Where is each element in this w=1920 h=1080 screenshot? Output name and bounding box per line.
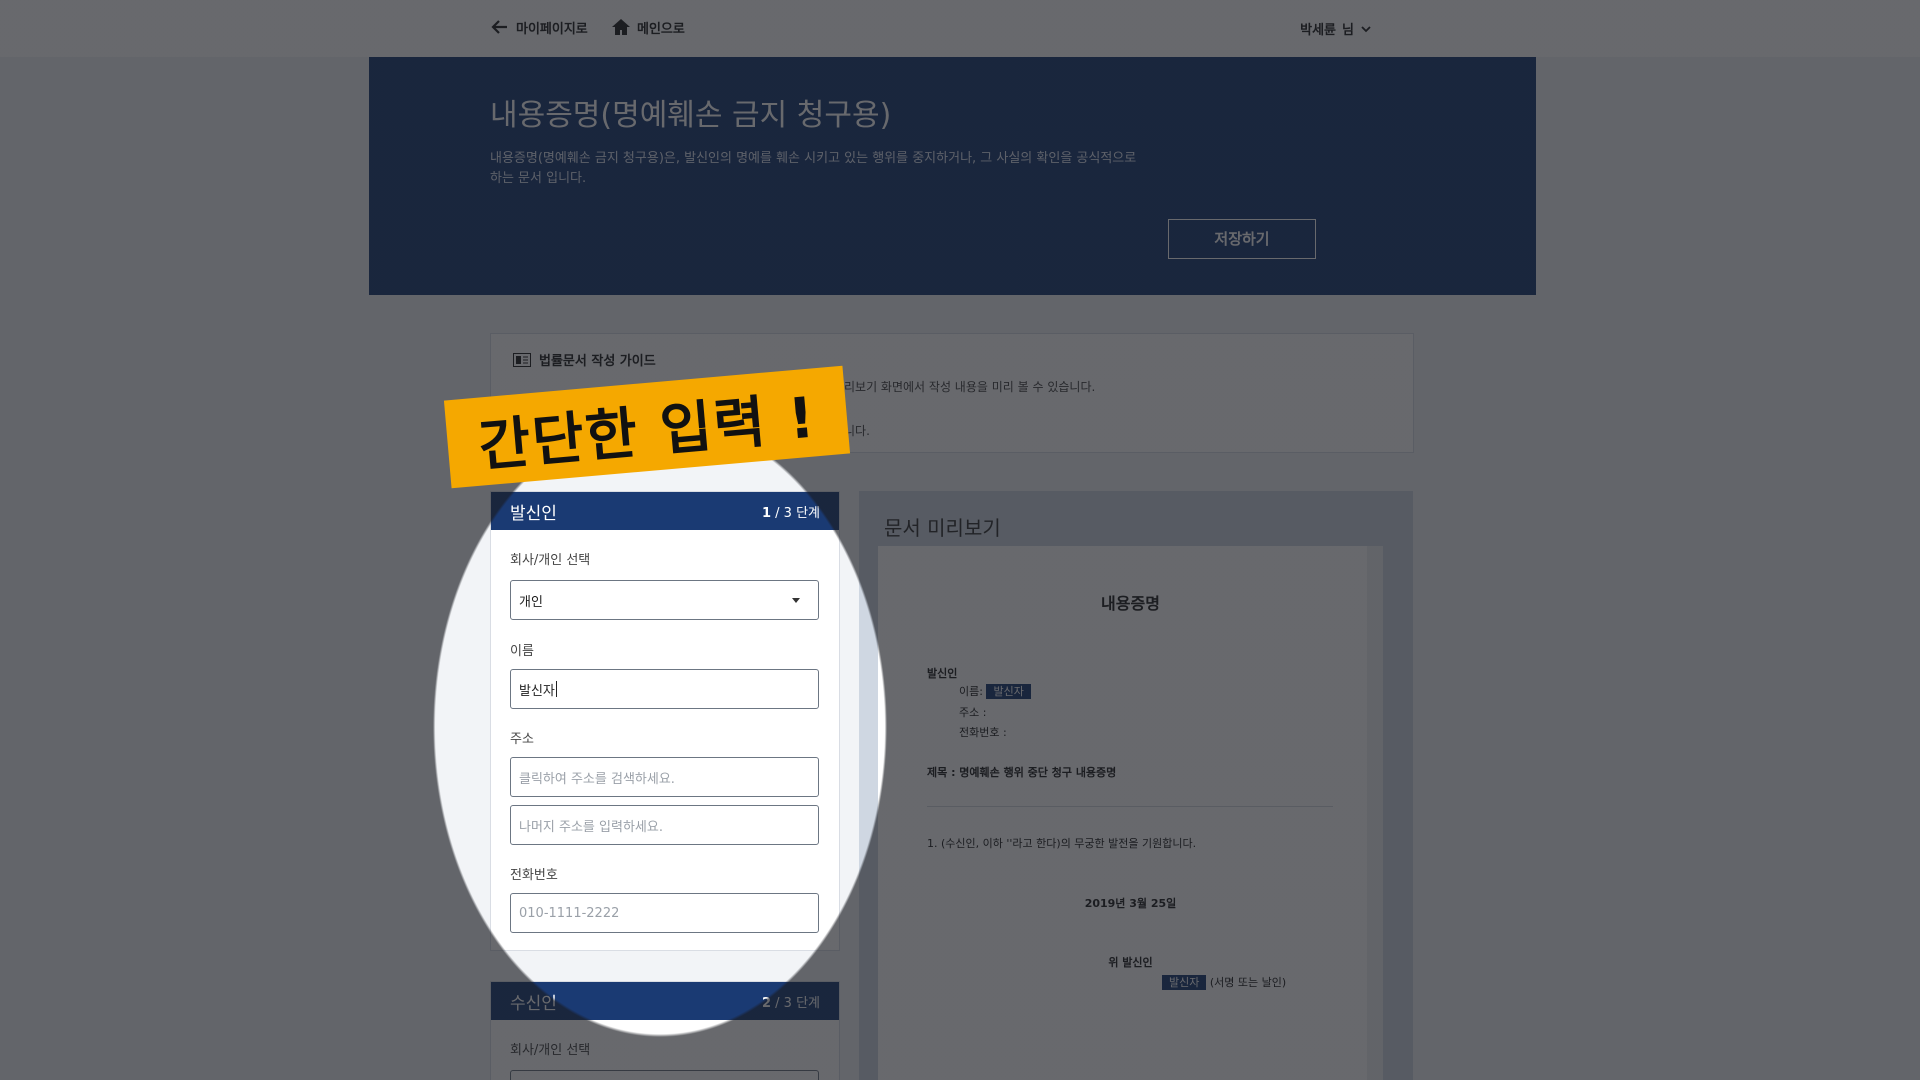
sender-address-search-input[interactable]: 클릭하여 주소를 검색하세요. [510,757,819,797]
sender-type-value: 개인 [519,594,543,610]
sender-type-select[interactable]: 개인 [510,580,819,620]
user-name: 박세륜 [1300,23,1337,38]
guide-title-text: 법률문서 작성 가이드 [539,354,656,369]
doc-signer: 발신자 [1162,975,1207,990]
doc-sender-heading: 발신인 [927,667,958,680]
doc-body-line-1: 1. (수신인, 이하 ''라고 한다)의 무궁한 발전을 기원합니다. [927,837,1197,850]
step-total: / 3 단계 [771,995,820,1011]
hero-banner: 내용증명(명예훼손 금지 청구용) 내용증명(명예훼손 금지 청구용)은, 발신… [369,57,1536,295]
preview-scrollbar[interactable] [1367,546,1383,1080]
page-title: 내용증명(명예훼손 금지 청구용) [490,98,892,133]
step-current: 2 [761,995,772,1011]
doc-date: 2019년 3월 25일 [1084,897,1177,910]
doc-divider [927,806,1333,807]
sender-step-panel: 발신인 1 / 3 단계 회사/개인 선택 개인 이름 발신자 주소 클릭하여 … [490,491,840,951]
doc-name-label: 이름: [959,685,983,698]
top-bar: 마이페이지로 메인으로 박세륜 님 [0,0,1920,57]
doc-title: 내용증명 [1101,594,1160,613]
doc-signature-line: 발신자 (서명 또는 날인) [1162,974,1286,990]
page-description: 내용증명(명예훼손 금지 청구용)은, 발신인의 명예를 훼손 시키고 있는 행… [490,151,1137,186]
document-guide-icon [513,352,531,367]
doc-name-value: 발신자 [986,684,1031,699]
sender-type-label: 회사/개인 선택 [510,553,591,568]
step-total: / 3 단계 [771,505,820,521]
sender-step-count: 1 / 3 단계 [762,502,820,521]
doc-sign-note: (서명 또는 날인) [1209,976,1287,989]
sender-name-label: 이름 [510,644,534,659]
receiver-type-label: 회사/개인 선택 [510,1043,591,1058]
sender-address-detail-input[interactable]: 나머지 주소를 입력하세요. [510,805,819,845]
back-to-mypage-label: 마이페이지로 [516,21,588,37]
sender-phone-label: 전화번호 [510,868,558,883]
receiver-step-panel: 수신인 2 / 3 단계 회사/개인 선택 [490,981,840,1080]
text-cursor [555,681,557,697]
sender-step-header: 발신인 1 / 3 단계 [491,492,839,530]
doc-phone-label: 전화번호 : [959,726,1007,739]
document-preview-panel: 문서 미리보기 내용증명 발신인 이름: 발신자 주소 : 전화번호 : 제목 … [859,491,1413,1080]
home-icon [612,19,630,35]
preview-paper: 내용증명 발신인 이름: 발신자 주소 : 전화번호 : 제목 : 명예훼손 행… [878,546,1383,1080]
chevron-down-icon [1361,25,1371,32]
caret-down-icon [792,598,800,603]
sender-name-input[interactable]: 발신자 [510,669,819,709]
user-menu[interactable]: 박세륜 님 [1300,19,1372,38]
sender-phone-input[interactable]: 010-1111-2222 [510,893,819,933]
guide-line-1: 리보기 화면에서 작성 내용을 미리 볼 수 있습니다. [844,380,1096,394]
guide-title: 법률문서 작성 가이드 [513,350,656,369]
receiver-step-title: 수신인 [510,993,557,1014]
receiver-step-header: 수신인 2 / 3 단계 [491,982,839,1020]
arrow-left-icon [491,20,507,34]
receiver-step-count: 2 / 3 단계 [762,992,820,1011]
sender-name-value: 발신자 [519,683,555,699]
home-link[interactable]: 메인으로 [611,17,685,37]
step-current: 1 [761,505,772,521]
sender-address-label: 주소 [510,732,534,747]
doc-subject: 제목 : 명예훼손 행위 중단 청구 내용증명 [927,766,1117,779]
sender-step-title: 발신인 [510,503,557,524]
back-to-mypage-link[interactable]: 마이페이지로 [490,17,588,37]
doc-closing: 위 발신인 [1108,956,1153,969]
preview-heading: 문서 미리보기 [884,516,1001,540]
home-label: 메인으로 [637,21,685,37]
doc-address-label: 주소 : [959,706,987,719]
user-suffix: 님 [1342,23,1354,38]
receiver-type-select[interactable] [510,1070,819,1080]
save-button[interactable]: 저장하기 [1168,219,1316,259]
doc-sender-name-line: 이름: 발신자 [959,683,1031,699]
